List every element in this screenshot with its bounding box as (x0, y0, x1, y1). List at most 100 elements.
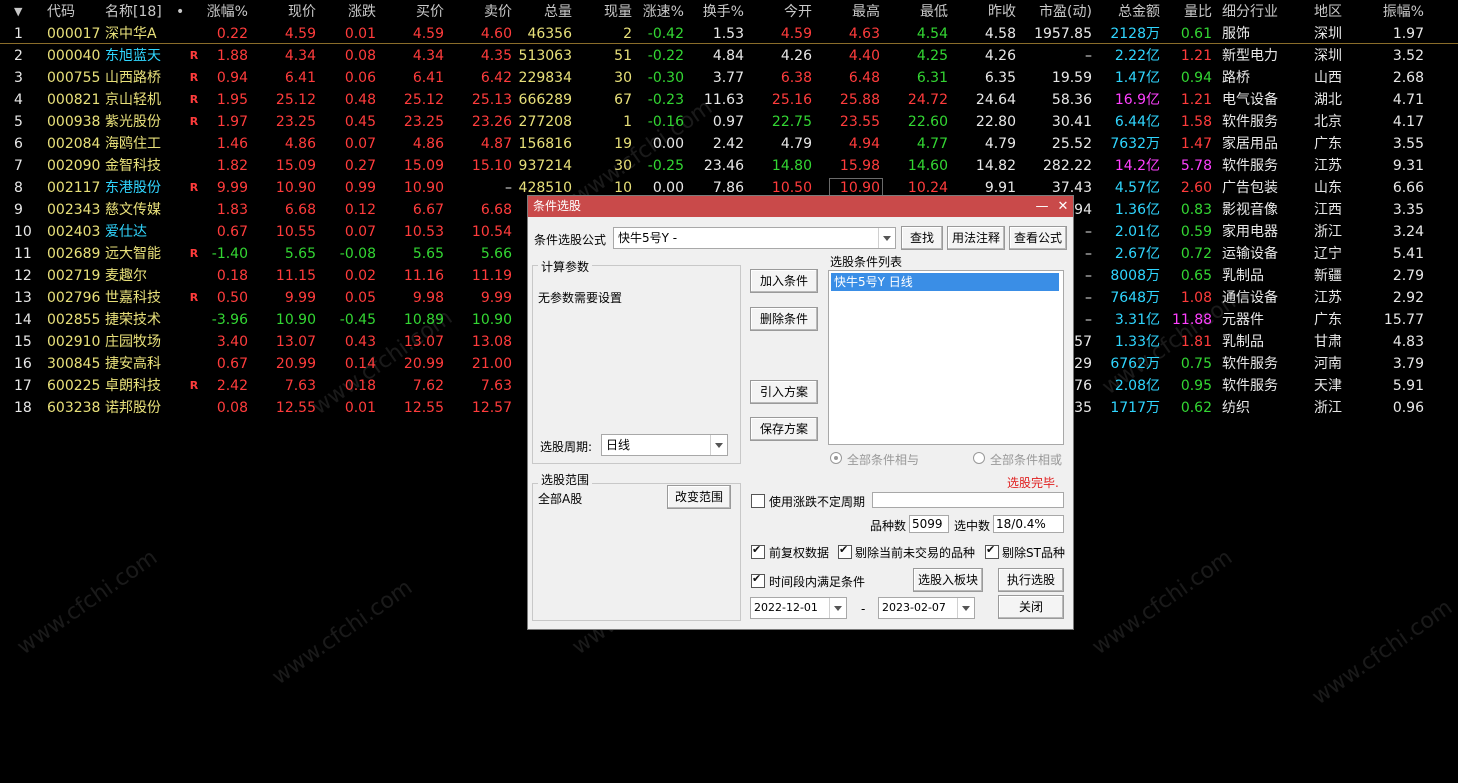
sort-down-icon[interactable]: ▼ (14, 2, 22, 22)
column-header[interactable]: 现价 (265, 2, 316, 22)
column-header[interactable]: 总金额 (1100, 2, 1160, 22)
cell-low: 4.54 (916, 26, 948, 42)
column-header[interactable]: 卖价 (460, 2, 512, 22)
formula-select[interactable]: 快牛5号Y - (613, 227, 896, 249)
variable-period-input[interactable] (872, 492, 1064, 508)
table-row[interactable]: 4 000821 京山轻机 R 1.95 25.12 0.48 25.12 25.13 66628… (0, 88, 1458, 110)
forward-adjust-checkbox[interactable] (751, 543, 765, 559)
remove-untraded-checkbox[interactable] (838, 543, 852, 559)
period-select[interactable]: 日线 (601, 434, 728, 456)
cell-bid: 7.62 (412, 378, 444, 394)
cell-chg: -0.45 (339, 312, 376, 328)
cell-vol: 277208 (518, 114, 572, 130)
save-plan-button[interactable]: 保存方案 (750, 417, 818, 441)
cell-bid: 25.12 (403, 92, 444, 108)
import-plan-button[interactable]: 引入方案 (750, 380, 818, 404)
cell-speed: -0.30 (647, 70, 684, 86)
column-header[interactable]: 振幅% (1370, 2, 1424, 22)
table-row[interactable]: 5 000938 紫光股份 R 1.97 23.25 0.45 23.25 23.26 27720… (0, 110, 1458, 132)
execute-picker-button[interactable]: 执行选股 (998, 568, 1064, 592)
column-header[interactable]: 市盈(动) (1025, 2, 1092, 22)
dialog-titlebar[interactable]: 条件选股 — ✕ (528, 196, 1073, 217)
column-header[interactable]: 最低 (895, 2, 948, 22)
condition-list-item[interactable]: 快牛5号Y 日线 (831, 273, 1059, 291)
cell-prev: 4.26 (984, 48, 1016, 64)
cell-bid: 4.86 (412, 136, 444, 152)
cell-idx: 6 (14, 136, 23, 152)
cell-code: 000938 (47, 114, 101, 130)
cell-chg: 0.45 (344, 114, 376, 130)
column-header[interactable]: 今开 (760, 2, 812, 22)
column-header[interactable]: 细分行业 (1222, 2, 1302, 22)
cell-price: 4.34 (284, 48, 316, 64)
cell-name: 卓朗科技 (105, 378, 161, 394)
cell-chg-pct: 1.46 (216, 136, 248, 152)
column-header[interactable]: 涨速% (640, 2, 684, 22)
count-label: 品种数 (870, 519, 907, 533)
cell-name: 庄园牧场 (105, 334, 161, 350)
column-header[interactable]: 量比 (1172, 2, 1212, 22)
cell-industry: 路桥 (1222, 70, 1250, 86)
column-header[interactable]: 最高 (830, 2, 880, 22)
close-button[interactable]: 关闭 (998, 595, 1064, 619)
table-row[interactable]: 3 000755 山西路桥 R 0.94 6.41 0.06 6.41 6.42 229834 30… (0, 66, 1458, 88)
table-row[interactable]: 7 002090 金智科技 1.82 15.09 0.27 15.09 15.10 937214… (0, 154, 1458, 176)
chevron-down-icon[interactable] (957, 598, 974, 618)
chevron-down-icon[interactable] (710, 435, 727, 455)
column-header[interactable]: 买价 (395, 2, 444, 22)
cell-turn: 11.63 (703, 92, 744, 108)
date-to-picker[interactable]: 2023-02-07 (878, 597, 975, 619)
date-from-picker[interactable]: 2022-12-01 (750, 597, 847, 619)
time-range-checkbox[interactable] (751, 572, 765, 588)
cell-idx: 1 (14, 26, 23, 42)
column-header[interactable]: 涨跌 (330, 2, 376, 22)
cell-idx: 8 (14, 180, 23, 196)
chevron-down-icon[interactable] (829, 598, 846, 618)
column-header[interactable]: • (176, 2, 186, 22)
cell-region: 深圳 (1314, 26, 1342, 42)
time-range-label: 时间段内满足条件 (769, 575, 866, 589)
column-header[interactable]: 代码 (47, 2, 95, 22)
condition-list[interactable]: 快牛5号Y 日线 (828, 270, 1064, 445)
table-row[interactable]: 6 002084 海鸥住工 1.46 4.86 0.07 4.86 4.87 156816 19 0… (0, 132, 1458, 154)
column-header[interactable]: 现量 (590, 2, 632, 22)
remove-st-checkbox[interactable] (985, 543, 999, 559)
cell-r: R (189, 115, 199, 128)
variable-period-checkbox[interactable] (751, 494, 765, 508)
column-header[interactable]: 地区 (1314, 2, 1354, 22)
cell-amp: 2.79 (1392, 268, 1424, 284)
cell-price: 20.99 (275, 356, 316, 372)
change-range-button[interactable]: 改变范围 (667, 485, 731, 509)
view-formula-button[interactable]: 查看公式 (1009, 226, 1067, 250)
cell-code: 002403 (47, 224, 101, 240)
usage-notes-button[interactable]: 用法注释 (947, 226, 1005, 250)
condition-stock-picker-dialog: 条件选股 — ✕ 条件选股公式 快牛5号Y - 查找 用法注释 查看公式 计算参… (527, 195, 1074, 630)
cell-high: 4.40 (848, 48, 880, 64)
radio-all-or[interactable] (973, 452, 985, 464)
minimize-icon[interactable]: — (1033, 196, 1051, 217)
column-header[interactable]: 涨幅% (200, 2, 248, 22)
column-header[interactable]: 换手% (695, 2, 744, 22)
variable-period-label: 使用涨跌不定周期 (769, 495, 866, 509)
table-row[interactable]: 1 000017 深中华A 0.22 4.59 0.01 4.59 4.60 46356 2 -0.… (0, 22, 1458, 44)
add-condition-button[interactable]: 加入条件 (750, 269, 818, 293)
column-header[interactable]: 昨收 (962, 2, 1016, 22)
column-header[interactable]: 总量 (512, 2, 572, 22)
column-header[interactable]: 名称[18] (105, 2, 175, 22)
close-icon[interactable]: ✕ (1054, 196, 1072, 217)
cell-low: 4.25 (916, 48, 948, 64)
cell-open: 25.16 (771, 92, 812, 108)
cell-idx: 9 (14, 202, 23, 218)
table-row[interactable]: 2 000040 东旭蓝天 R 1.88 4.34 0.08 4.34 4.35 513063 51… (0, 44, 1458, 66)
cell-chg: 0.07 (344, 136, 376, 152)
add-to-block-button[interactable]: 选股入板块 (913, 568, 983, 592)
cell-turn: 23.46 (703, 158, 744, 174)
chevron-down-icon[interactable] (878, 228, 895, 248)
find-button[interactable]: 查找 (901, 226, 943, 250)
delete-condition-button[interactable]: 删除条件 (750, 307, 818, 331)
cell-open: 4.26 (780, 48, 812, 64)
cell-code: 002343 (47, 202, 101, 218)
cell-vr: 1.47 (1180, 136, 1212, 152)
cell-prev: 4.79 (984, 136, 1016, 152)
radio-all-and[interactable] (830, 452, 842, 464)
